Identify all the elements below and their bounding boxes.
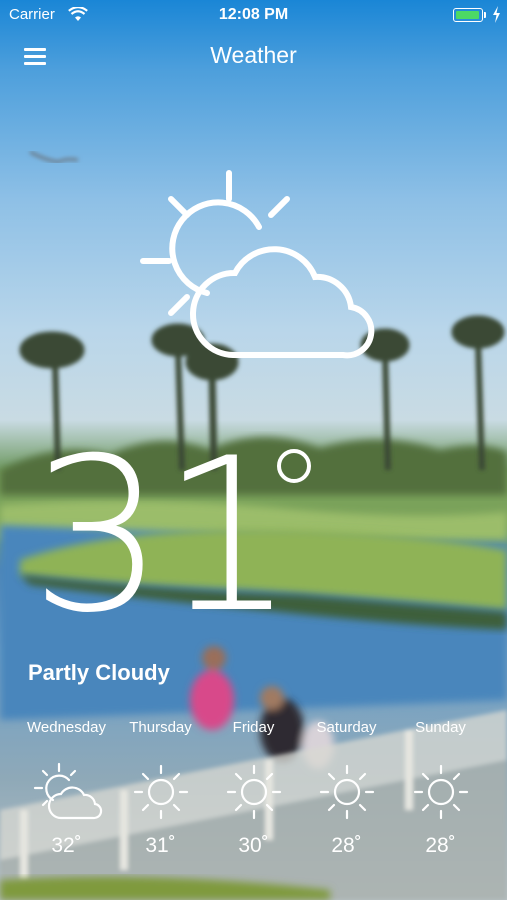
weather-screen: Carrier 12:08 PM Weather 31 Partly Cloud… (0, 0, 507, 900)
status-bar: Carrier 12:08 PM (0, 0, 507, 30)
partly-cloudy-icon (140, 170, 375, 359)
sun-icon (319, 764, 374, 820)
forecast-day-name: Wednesday (27, 719, 106, 736)
current-temperature: 31 (30, 412, 296, 659)
forecast-temperature: 28˚ (331, 834, 362, 857)
battery-level (456, 11, 479, 19)
sun-icon (226, 764, 281, 820)
partly-cloudy-icon (33, 762, 102, 820)
charging-bolt-icon (493, 6, 500, 23)
forecast-day-name: Friday (232, 719, 275, 736)
forecast-temperature: 28˚ (425, 834, 456, 857)
forecast-day: Wednesday 32˚ (16, 716, 117, 858)
battery-icon (453, 8, 483, 22)
degree-symbol (277, 449, 311, 483)
navigation-bar: Weather (0, 30, 507, 84)
sun-icon (133, 764, 188, 820)
forecast-temperature: 31˚ (145, 834, 176, 857)
status-time: 12:08 PM (218, 6, 289, 23)
forecast-day: Sunday 28˚ (390, 716, 491, 858)
forecast-day-name: Sunday (415, 719, 466, 736)
sun-icon (413, 764, 468, 820)
forecast-day: Friday 30˚ (203, 716, 304, 858)
forecast-day-name: Saturday (316, 719, 377, 736)
forecast-day-name: Thursday (129, 719, 192, 736)
forecast-temperature: 30˚ (238, 834, 269, 857)
forecast-temperature: 32˚ (51, 834, 82, 857)
forecast-day: Thursday 31˚ (110, 716, 211, 858)
forecast-row: Wednesday 32˚ Thursday 31˚ Friday 30˚ Sa… (0, 716, 507, 886)
forecast-day: Saturday 28˚ (296, 716, 397, 858)
condition-label: Partly Cloudy (28, 660, 170, 685)
battery-cap (484, 12, 486, 18)
page-title: Weather (210, 42, 297, 68)
